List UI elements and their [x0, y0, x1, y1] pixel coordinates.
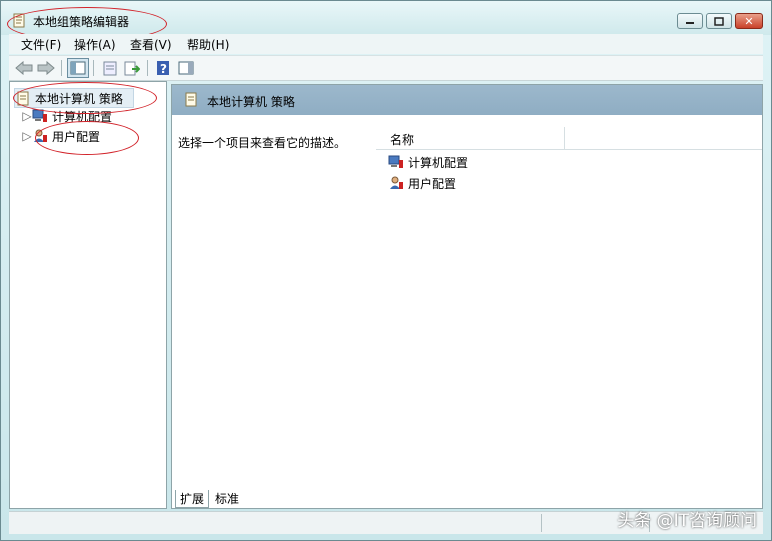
list-item-label: 计算机配置 [408, 155, 469, 170]
tree-pane: 本地计算机 策略 ▷ 计算机配置 ▷ 用户配置 [9, 81, 167, 509]
main-window: 本地组策略编辑器 ✕ 文件(F) 操作(A) 查看(V) 帮助(H) ? 本地计… [0, 0, 772, 541]
maximize-icon [714, 16, 724, 26]
user-config-icon [388, 175, 404, 191]
description-text: 选择一个项目来查看它的描述。 [178, 136, 347, 150]
item-list: 名称 计算机配置 用户配置 [376, 119, 762, 489]
user-config-icon [32, 128, 48, 144]
tab-standard[interactable]: 标准 [211, 490, 243, 507]
show-tree-icon [70, 61, 86, 75]
back-button[interactable] [15, 59, 33, 77]
help-icon: ? [157, 61, 169, 76]
show-tree-button[interactable] [67, 58, 89, 78]
properties-icon [103, 61, 117, 75]
column-header[interactable]: 名称 [376, 127, 762, 150]
export-icon [124, 61, 140, 75]
tab-extended[interactable]: 扩展 [175, 490, 210, 508]
policy-document-icon [13, 13, 25, 28]
minimize-icon [686, 22, 694, 24]
menu-bar: 文件(F) 操作(A) 查看(V) 帮助(H) [9, 34, 763, 54]
window-title: 本地组策略编辑器 [33, 15, 130, 29]
maximize-button[interactable] [706, 13, 732, 29]
tree-root-label: 本地计算机 策略 [35, 91, 123, 106]
tree-item-label: 计算机配置 [52, 109, 113, 124]
column-name[interactable]: 名称 [390, 131, 414, 148]
tree-item-label: 用户配置 [52, 129, 101, 144]
expand-arrow-icon[interactable]: ▷ [22, 109, 32, 123]
toolbar: ? [9, 55, 763, 81]
close-icon: ✕ [744, 14, 754, 28]
properties-button[interactable] [101, 59, 119, 77]
svg-text:?: ? [160, 62, 167, 76]
show-hide-action-pane-icon [178, 61, 194, 75]
action-pane-button[interactable] [177, 59, 195, 77]
tree-root[interactable]: 本地计算机 策略 [14, 88, 134, 108]
computer-config-icon [388, 154, 404, 170]
tree-item-computer-config[interactable]: ▷ 计算机配置 [22, 107, 112, 125]
export-button[interactable] [123, 59, 141, 77]
back-arrow-icon [15, 61, 33, 75]
help-button[interactable]: ? [154, 59, 172, 77]
list-item-label: 用户配置 [408, 176, 457, 191]
menu-file[interactable]: 文件(F) [21, 36, 61, 53]
minimize-button[interactable] [677, 13, 703, 29]
list-item-user-config[interactable]: 用户配置 [388, 174, 456, 192]
title-bar[interactable]: 本地组策略编辑器 ✕ [1, 1, 771, 35]
menu-action[interactable]: 操作(A) [74, 36, 116, 53]
tree-item-user-config[interactable]: ▷ 用户配置 [22, 127, 100, 145]
details-pane: 本地计算机 策略 选择一个项目来查看它的描述。 名称 计算机配置 用户配置 [171, 84, 763, 509]
close-button[interactable]: ✕ [735, 13, 763, 29]
menu-help[interactable]: 帮助(H) [187, 36, 229, 53]
policy-document-icon [185, 92, 197, 107]
expand-arrow-icon[interactable]: ▷ [22, 129, 32, 143]
details-header: 本地计算机 策略 [172, 85, 762, 115]
details-title: 本地计算机 策略 [207, 95, 295, 109]
computer-config-icon [32, 108, 48, 124]
forward-button[interactable] [37, 59, 55, 77]
list-item-computer-config[interactable]: 计算机配置 [388, 153, 468, 171]
menu-view[interactable]: 查看(V) [130, 36, 172, 53]
policy-document-icon [15, 90, 31, 106]
forward-arrow-icon [37, 61, 55, 75]
view-tabs: 扩展 标准 [173, 488, 573, 508]
watermark-text: 头条 @IT咨询顾问 [617, 511, 757, 531]
